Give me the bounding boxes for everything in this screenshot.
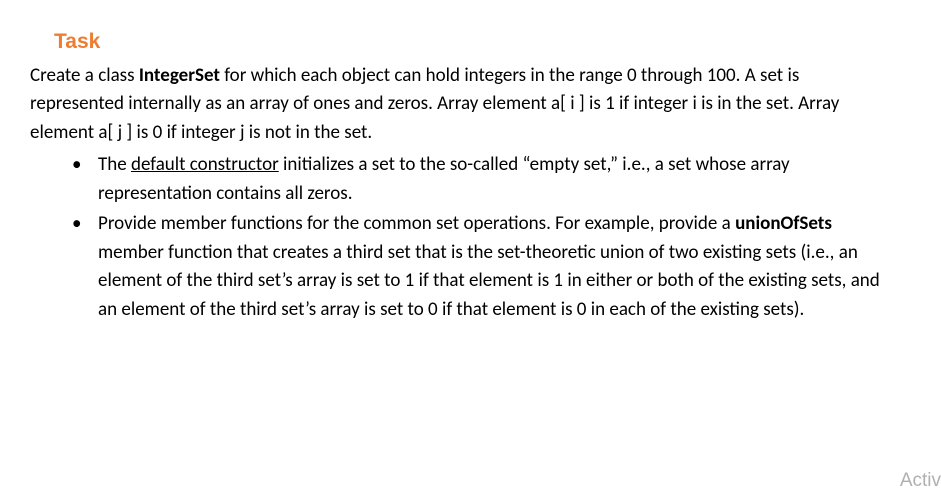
intro-paragraph: Create a class IntegerSet for which each…: [30, 62, 891, 148]
list-item: The default constructor initializes a se…: [30, 151, 891, 208]
bullet-list: The default constructor initializes a se…: [30, 151, 891, 324]
list-item: Provide member functions for the common …: [30, 210, 891, 324]
intro-classname: IntegerSet: [139, 64, 220, 87]
bullet-bold: unionOfSets: [735, 212, 832, 235]
bullet-prefix: The: [98, 153, 131, 176]
intro-prefix: Create a class: [30, 64, 139, 87]
task-heading: Task: [54, 26, 891, 58]
bullet-underlined: default constructor: [131, 153, 279, 176]
bullet-suffix: member function that creates a third set…: [98, 241, 880, 321]
activation-watermark: Activ: [900, 467, 941, 496]
bullet-prefix: Provide member functions for the common …: [98, 212, 735, 235]
